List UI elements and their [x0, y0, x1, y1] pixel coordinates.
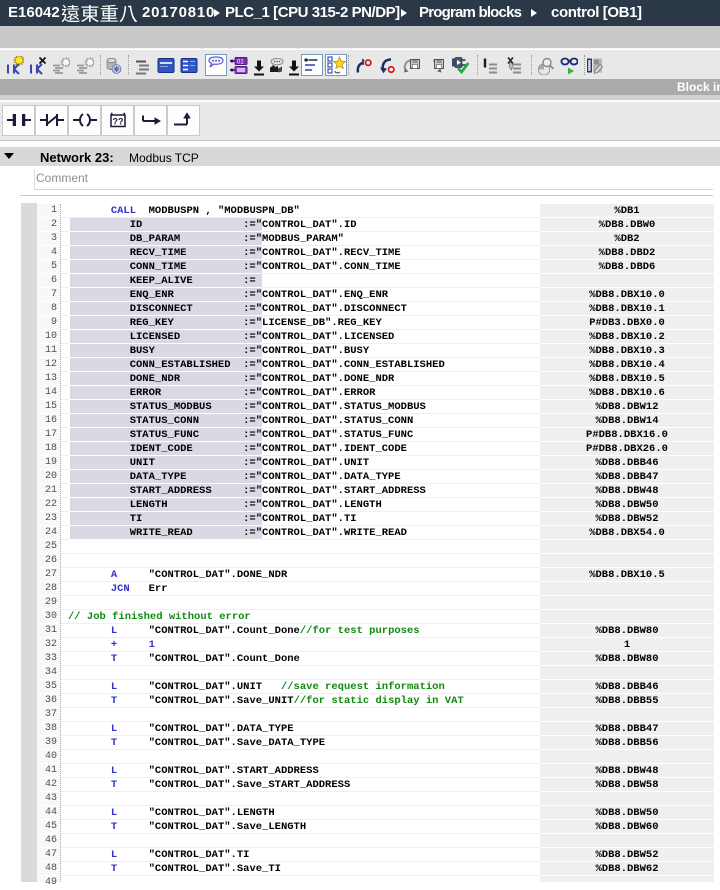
- svg-text:01: 01: [237, 60, 244, 66]
- svg-text:??: ??: [113, 117, 124, 127]
